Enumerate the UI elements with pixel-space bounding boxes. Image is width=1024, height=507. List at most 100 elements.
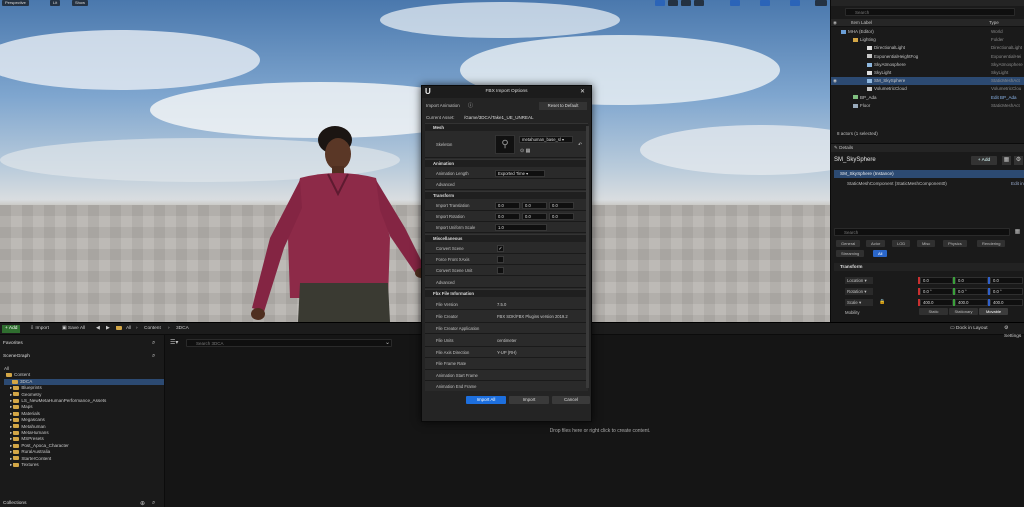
- tree-folder[interactable]: ▸ Maps: [4, 404, 164, 410]
- edit-in-link[interactable]: Edit in: [1011, 181, 1024, 186]
- instance-row[interactable]: SM_SkySphere (Instance): [834, 170, 1024, 178]
- filter-chip-misc[interactable]: Misc: [917, 240, 936, 247]
- expand-arrow-icon[interactable]: ▸: [10, 385, 12, 390]
- transform-section-header[interactable]: Transform: [425, 191, 588, 199]
- scale-icon[interactable]: [694, 0, 704, 6]
- maximize-icon[interactable]: [815, 0, 827, 6]
- translation-y-input[interactable]: 0.0: [522, 202, 547, 209]
- expand-arrow-icon[interactable]: ▸: [10, 449, 12, 454]
- rotation-z-input[interactable]: 0.0 °: [990, 288, 1023, 295]
- mobility-stationary[interactable]: Stationary: [949, 308, 978, 315]
- tree-folder[interactable]: ▸ Geometry: [4, 392, 164, 398]
- move-icon[interactable]: [668, 0, 678, 6]
- component-row[interactable]: StaticMeshComponent (StaticMeshComponent…: [847, 181, 947, 186]
- lock-icon[interactable]: 🔒: [879, 299, 885, 305]
- outliner-row[interactable]: SkyAtmosphere SkyAtmosphere: [831, 61, 1024, 69]
- collections-header[interactable]: Collections: [3, 501, 26, 506]
- tree-folder[interactable]: ▸ RuralAustralia: [4, 449, 164, 455]
- advanced-row-2[interactable]: Advanced: [425, 277, 588, 288]
- dialog-titlebar[interactable]: U FBX Import Options ✕: [422, 86, 591, 98]
- mobility-movable[interactable]: Movable: [979, 308, 1008, 315]
- dialog-scrollbar[interactable]: [586, 126, 589, 388]
- outliner-row[interactable]: ExponentialHeightFog ExponentialHei: [831, 53, 1024, 61]
- rotation-z-input[interactable]: 0.0: [549, 213, 574, 220]
- details-tab[interactable]: ✎ Details: [831, 144, 1024, 152]
- tree-folder[interactable]: All: [4, 366, 164, 372]
- filter-chip-lod[interactable]: LOD: [892, 240, 911, 247]
- expand-arrow-icon[interactable]: ▸: [10, 424, 12, 429]
- options-scroll-area[interactable]: Mesh Skeleton ⚲ metahuman_base_sl ▾ ⊙ ▦ …: [425, 123, 588, 391]
- rotation-x-input[interactable]: 0.0: [495, 213, 520, 220]
- rotation-dropdown[interactable]: Rotation ▾: [845, 288, 873, 295]
- filter-icon[interactable]: ☰▾: [170, 339, 178, 346]
- content-search-input[interactable]: Search 3DCA: [186, 339, 392, 347]
- angle-snap-icon[interactable]: [760, 0, 770, 6]
- expand-arrow-icon[interactable]: ▸: [10, 392, 12, 397]
- convert-scene-unit-checkbox[interactable]: [497, 267, 504, 274]
- import-button[interactable]: ⇩ Import: [30, 325, 49, 333]
- tree-folder[interactable]: ▸ Materials: [4, 411, 164, 417]
- type-column[interactable]: Type: [989, 19, 999, 27]
- filter-chip-streaming[interactable]: Streaming: [836, 250, 865, 257]
- transform-section-header[interactable]: Transform: [834, 263, 1024, 271]
- tree-folder[interactable]: ▸ StarterContent: [4, 456, 164, 462]
- outliner-row[interactable]: Lighting Folder: [831, 36, 1024, 44]
- outliner-row[interactable]: SM_SkySphere StaticMeshAct ◉: [831, 77, 1024, 86]
- rotation-x-input[interactable]: 0.0 °: [920, 288, 953, 295]
- convert-scene-checkbox[interactable]: ✓: [497, 245, 504, 252]
- outliner-row[interactable]: DirectionalLight DirectionalLight: [831, 44, 1024, 52]
- tree-folder[interactable]: ▸ MetaHumans: [4, 430, 164, 436]
- animation-length-dropdown[interactable]: Exported Time ▾: [495, 170, 545, 177]
- reset-to-default-button[interactable]: Reset to Default: [539, 102, 587, 110]
- item-label-column[interactable]: Item Label: [851, 19, 872, 27]
- save-all-button[interactable]: ▣ Save All: [62, 325, 85, 333]
- tree-folder[interactable]: ▸ Metahuman: [4, 424, 164, 430]
- details-search-input[interactable]: Search: [834, 228, 1010, 236]
- scenegraph-header[interactable]: SceneGraph: [3, 354, 30, 359]
- outliner-row[interactable]: SkyLight SkyLight: [831, 69, 1024, 77]
- expand-arrow-icon[interactable]: ▸: [10, 443, 12, 448]
- outliner-row[interactable]: Floor StaticMeshAct: [831, 102, 1024, 110]
- tree-folder[interactable]: ▸ MSPresets: [4, 436, 164, 442]
- location-x-input[interactable]: 0.0: [920, 277, 953, 284]
- translation-z-input[interactable]: 0.0: [549, 202, 574, 209]
- outliner-row[interactable]: BP_Ada Edit BP_Ada: [831, 94, 1024, 102]
- outliner-row[interactable]: MHA (Editor) World: [831, 28, 1024, 36]
- level-viewport[interactable]: Perspective Lit Show: [0, 0, 830, 322]
- mesh-section-header[interactable]: Mesh: [425, 123, 588, 131]
- breadcrumb-content[interactable]: Content: [144, 325, 161, 333]
- expand-arrow-icon[interactable]: ▸: [10, 398, 12, 403]
- breadcrumb-3dca[interactable]: 3DCA: [176, 325, 189, 333]
- uniform-scale-input[interactable]: 1.0: [495, 224, 547, 231]
- favorites-header[interactable]: Favorites: [3, 341, 23, 346]
- blueprint-icon[interactable]: ▦: [1002, 156, 1011, 165]
- filter-chip-rendering[interactable]: Rendering: [977, 240, 1006, 247]
- expand-arrow-icon[interactable]: ▸: [10, 430, 12, 435]
- rotation-y-input[interactable]: 0.0 °: [955, 288, 988, 295]
- filter-chip-actor[interactable]: Actor: [866, 240, 886, 247]
- help-icon[interactable]: ⓘ: [468, 102, 473, 109]
- visibility-column-icon[interactable]: ◉: [833, 19, 837, 27]
- cancel-button[interactable]: Cancel: [552, 396, 590, 404]
- import-all-button[interactable]: Import All: [466, 396, 506, 404]
- show-button[interactable]: Show: [72, 0, 89, 6]
- expand-arrow-icon[interactable]: ▸: [10, 404, 12, 409]
- rotation-y-input[interactable]: 0.0: [522, 213, 547, 220]
- history-forward-icon[interactable]: ▶: [106, 325, 110, 333]
- history-back-icon[interactable]: ◀: [96, 325, 100, 333]
- add-component-button[interactable]: + Add: [971, 156, 997, 165]
- filter-chip-general[interactable]: General: [836, 240, 861, 247]
- expand-arrow-icon[interactable]: ▸: [10, 417, 12, 422]
- expand-arrow-icon[interactable]: ▸: [10, 462, 12, 467]
- import-button[interactable]: Import: [509, 396, 549, 404]
- search-dropdown-icon[interactable]: ⌄: [385, 339, 390, 346]
- filter-chip-physics[interactable]: Physics: [943, 240, 967, 247]
- scale-y-input[interactable]: 400.0: [955, 299, 988, 306]
- rotate-icon[interactable]: [681, 0, 691, 6]
- misc-section-header[interactable]: Miscellaneous: [425, 234, 588, 242]
- breadcrumb-all[interactable]: All: [126, 325, 131, 333]
- tree-folder[interactable]: 3DCA: [4, 378, 164, 385]
- tree-folder[interactable]: ▸ Post_Apoca_Character: [4, 443, 164, 449]
- scale-dropdown[interactable]: Scale ▾: [845, 299, 873, 306]
- tree-folder[interactable]: Content: [4, 372, 164, 378]
